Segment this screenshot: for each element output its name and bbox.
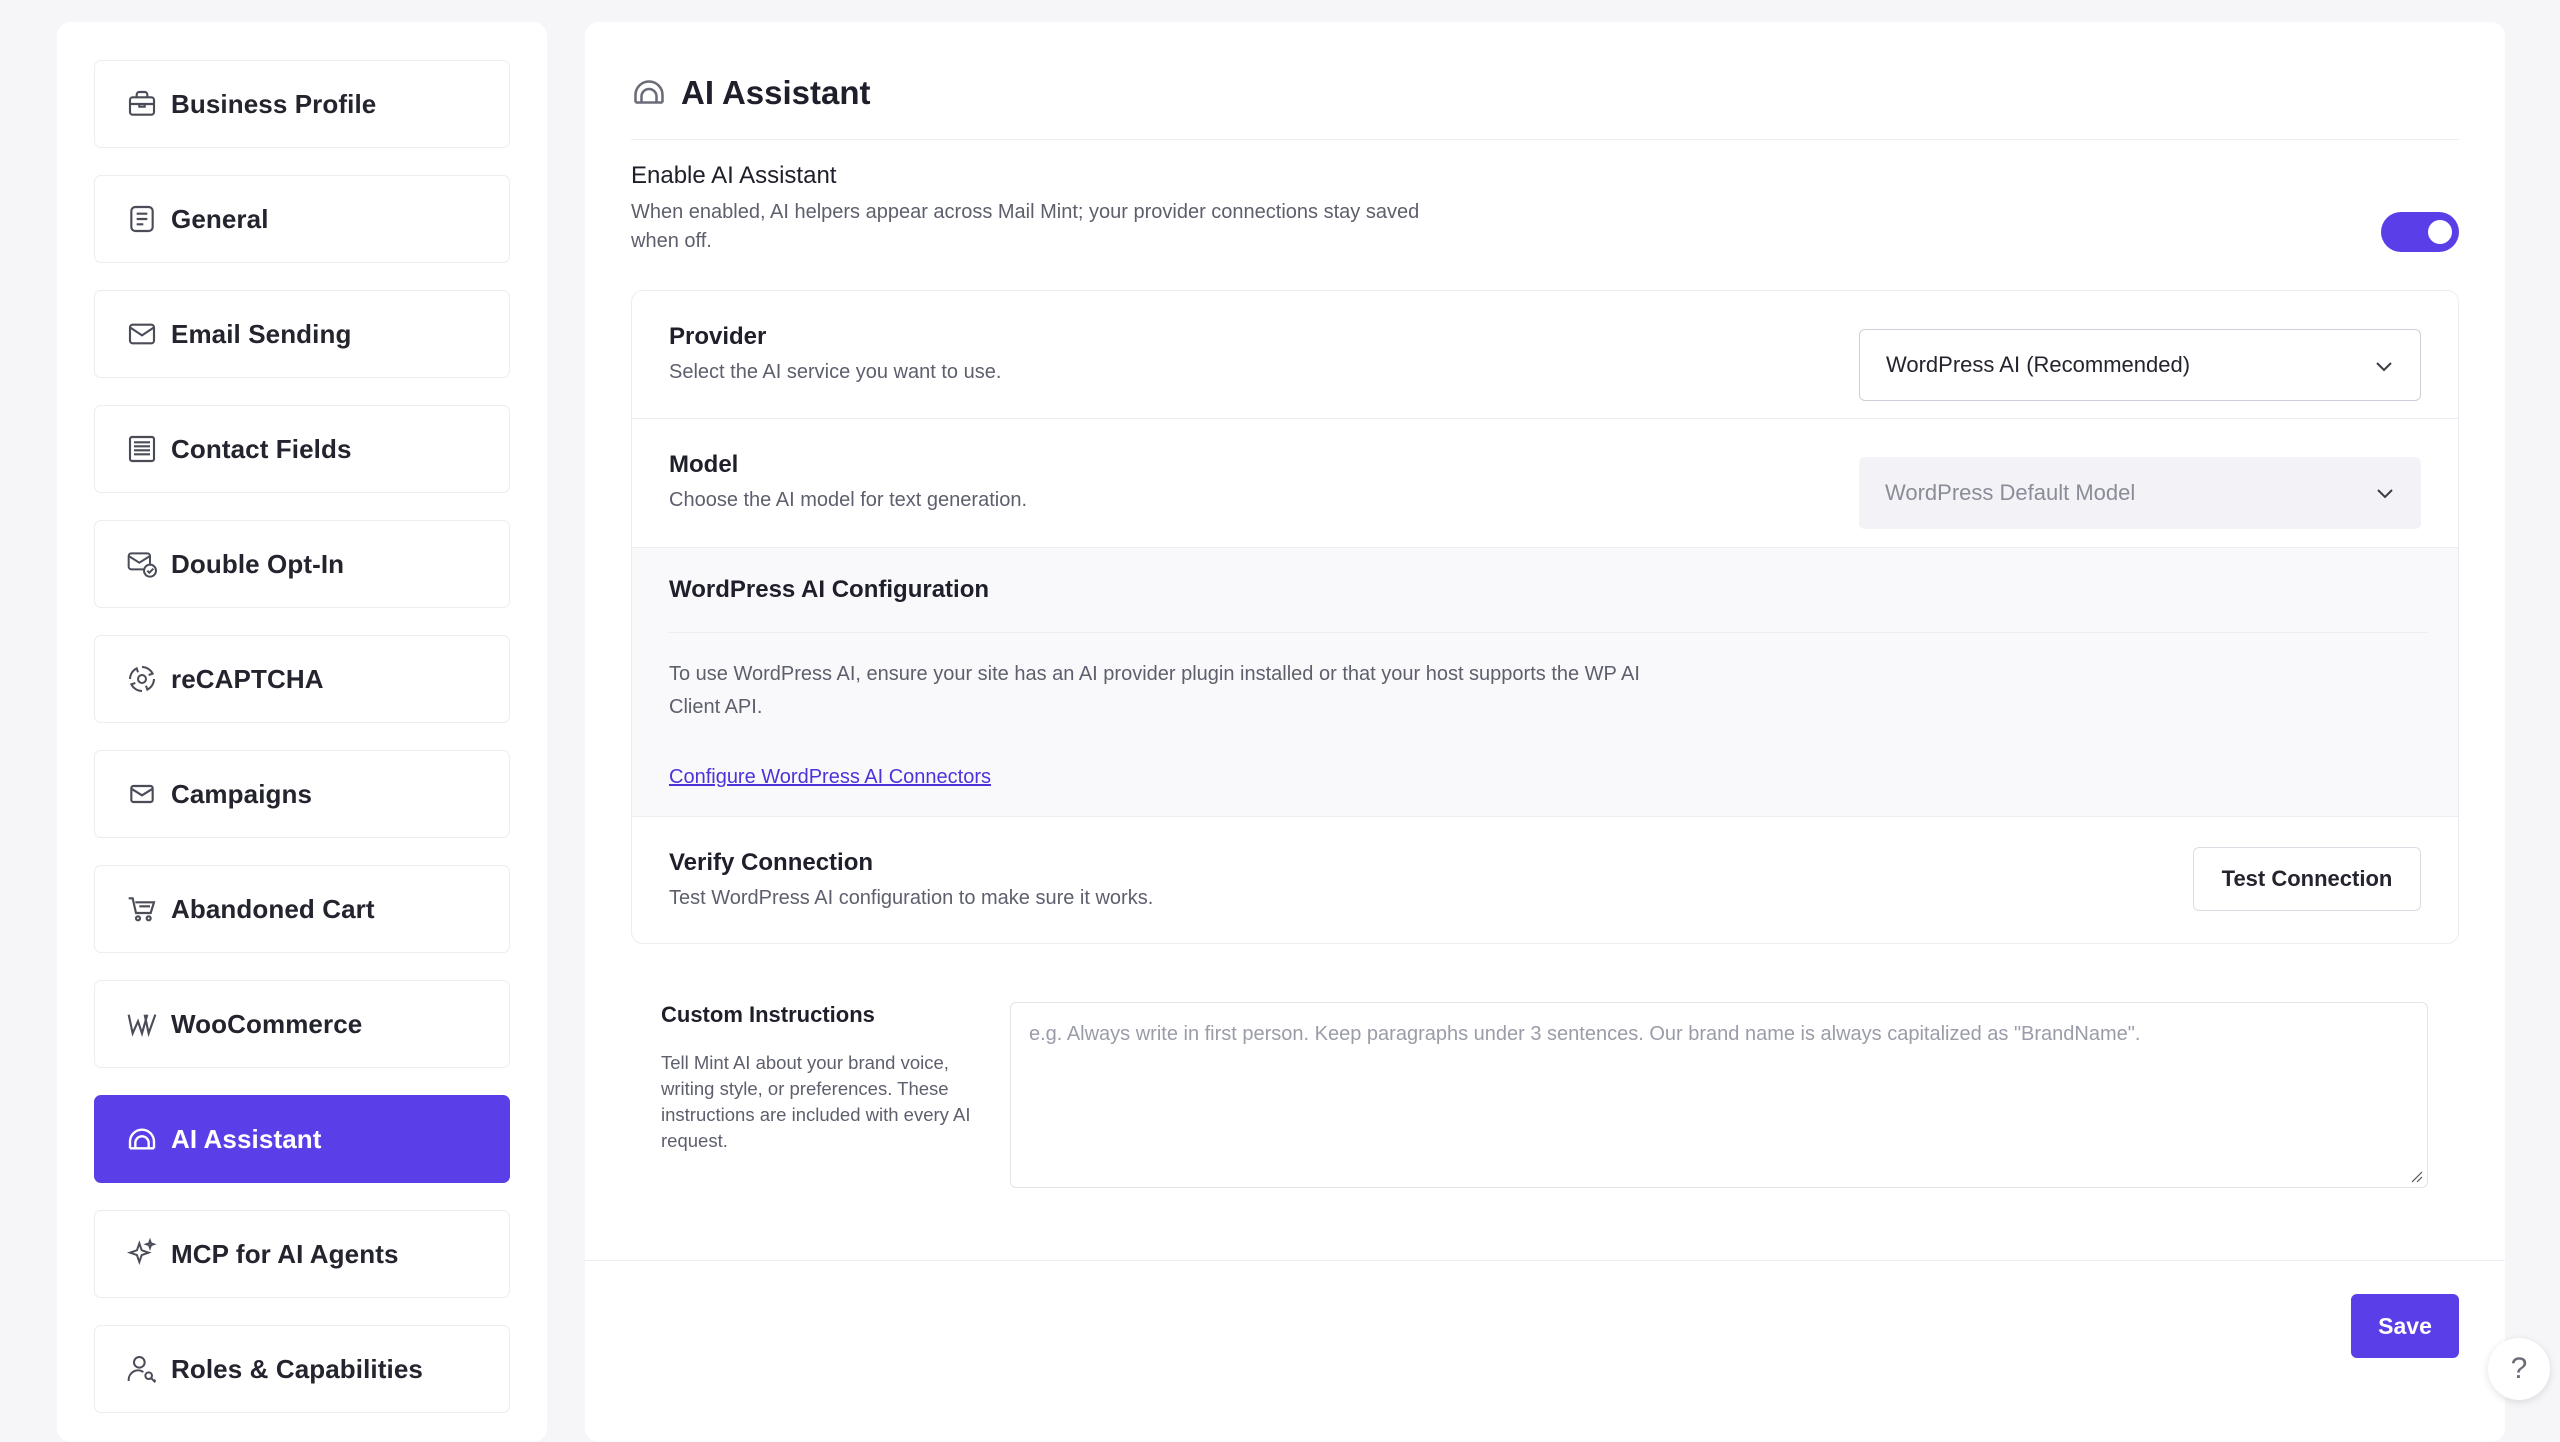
- sidebar-item-label: Campaigns: [171, 778, 313, 809]
- sidebar-item-double-opt-in[interactable]: Double Opt-In: [94, 520, 510, 608]
- model-description: Choose the AI model for text generation.: [669, 489, 1027, 511]
- mail-icon: [125, 777, 159, 811]
- enable-ai-toggle[interactable]: [2381, 212, 2459, 252]
- sidebar-item-woocommerce[interactable]: WooCommerce: [94, 980, 510, 1068]
- model-select-value: WordPress Default Model: [1885, 480, 2136, 505]
- sidebar-item-label: Email Sending: [171, 318, 352, 349]
- sidebar-item-label: Business Profile: [171, 88, 377, 119]
- config-title: WordPress AI Configuration: [669, 576, 990, 603]
- provider-settings-card: Provider Select the AI service you want …: [631, 290, 2459, 944]
- verify-description: Test WordPress AI configuration to make …: [669, 887, 1154, 909]
- model-title: Model: [669, 451, 739, 478]
- sidebar-item-label: AI Assistant: [171, 1123, 322, 1154]
- custom-instructions-description: Tell Mint AI about your brand voice, wri…: [661, 1052, 971, 1151]
- sidebar-item-abandoned-cart[interactable]: Abandoned Cart: [94, 865, 510, 953]
- sparkle-icon: [125, 1237, 159, 1271]
- woocommerce-icon: [125, 1007, 159, 1041]
- chevron-down-icon: [2376, 362, 2392, 372]
- provider-title: Provider: [669, 323, 767, 350]
- config-description: To use WordPress AI, ensure your site ha…: [669, 663, 1640, 718]
- provider-select[interactable]: WordPress AI (Recommended): [1859, 329, 2421, 401]
- sidebar-item-recaptcha[interactable]: reCAPTCHA: [94, 635, 510, 723]
- provider-description: Select the AI service you want to use.: [669, 361, 1002, 383]
- model-select[interactable]: WordPress Default Model: [1859, 457, 2421, 529]
- page-title: AI Assistant: [681, 74, 871, 111]
- enable-ai-title: Enable AI Assistant: [631, 162, 837, 189]
- test-connection-button[interactable]: Test Connection: [2193, 847, 2421, 911]
- ai-icon: [631, 74, 667, 110]
- sidebar-item-label: WooCommerce: [171, 1008, 363, 1039]
- user-key-icon: [125, 1352, 159, 1386]
- sidebar-item-label: reCAPTCHA: [171, 663, 324, 694]
- resize-grip-icon[interactable]: [2409, 1169, 2423, 1183]
- enable-ai-description: When enabled, AI helpers appear across M…: [631, 201, 1420, 252]
- verify-row: Verify Connection Test WordPress AI conf…: [632, 817, 2458, 943]
- custom-instructions-label: Custom Instructions Tell Mint AI about y…: [661, 1002, 983, 1154]
- sidebar-item-business-profile[interactable]: Business Profile: [94, 60, 510, 148]
- toggle-knob: [2428, 220, 2452, 244]
- sidebar-item-ai-assistant[interactable]: AI Assistant: [94, 1095, 510, 1183]
- ai-assistant-panel: AI Assistant Enable AI Assistant When en…: [585, 22, 2505, 1442]
- config-divider: [669, 632, 2428, 633]
- sidebar-item-email-sending[interactable]: Email Sending: [94, 290, 510, 378]
- sidebar-item-label: General: [171, 203, 269, 234]
- provider-row: Provider Select the AI service you want …: [632, 291, 2458, 419]
- sidebar-item-label: Double Opt-In: [171, 548, 345, 579]
- verify-title: Verify Connection: [669, 849, 874, 876]
- provider-select-value: WordPress AI (Recommended): [1886, 352, 2191, 377]
- sidebar-item-contact-fields[interactable]: Contact Fields: [94, 405, 510, 493]
- cart-icon: [125, 892, 159, 926]
- help-button[interactable]: ?: [2488, 1338, 2550, 1400]
- envelope-icon: [125, 317, 159, 351]
- sidebar-item-label: Abandoned Cart: [171, 893, 375, 924]
- sidebar-item-label: Roles & Capabilities: [171, 1353, 423, 1384]
- enable-ai-row: Enable AI Assistant When enabled, AI hel…: [631, 162, 2459, 282]
- custom-instructions-input[interactable]: e.g. Always write in first person. Keep …: [1010, 1002, 2428, 1188]
- sidebar-item-general[interactable]: General: [94, 175, 510, 263]
- sidebar-item-label: MCP for AI Agents: [171, 1238, 399, 1269]
- custom-instructions-placeholder: e.g. Always write in first person. Keep …: [1029, 1023, 2141, 1045]
- briefcase-icon: [125, 87, 159, 121]
- save-button[interactable]: Save: [2351, 1294, 2459, 1358]
- mail-check-icon: [125, 547, 159, 581]
- wordpress-ai-config: WordPress AI Configuration To use WordPr…: [632, 547, 2458, 817]
- model-row: Model Choose the AI model for text gener…: [632, 419, 2458, 547]
- form-list-icon: [125, 432, 159, 466]
- sidebar-item-campaigns[interactable]: Campaigns: [94, 750, 510, 838]
- panel-header: AI Assistant: [631, 52, 2459, 140]
- document-icon: [125, 202, 159, 236]
- sidebar-item-mcp-for-ai-agents[interactable]: MCP for AI Agents: [94, 1210, 510, 1298]
- settings-sidebar: Business Profile General Email Sending C…: [57, 22, 547, 1442]
- footer-divider: [585, 1260, 2505, 1261]
- ai-icon: [125, 1122, 159, 1156]
- configure-connectors-link[interactable]: Configure WordPress AI Connectors: [669, 766, 991, 789]
- sidebar-item-label: Contact Fields: [171, 433, 352, 464]
- chevron-down-icon: [2377, 489, 2393, 499]
- recaptcha-icon: [125, 662, 159, 696]
- custom-instructions-title: Custom Instructions: [661, 1002, 875, 1027]
- sidebar-item-roles-capabilities[interactable]: Roles & Capabilities: [94, 1325, 510, 1413]
